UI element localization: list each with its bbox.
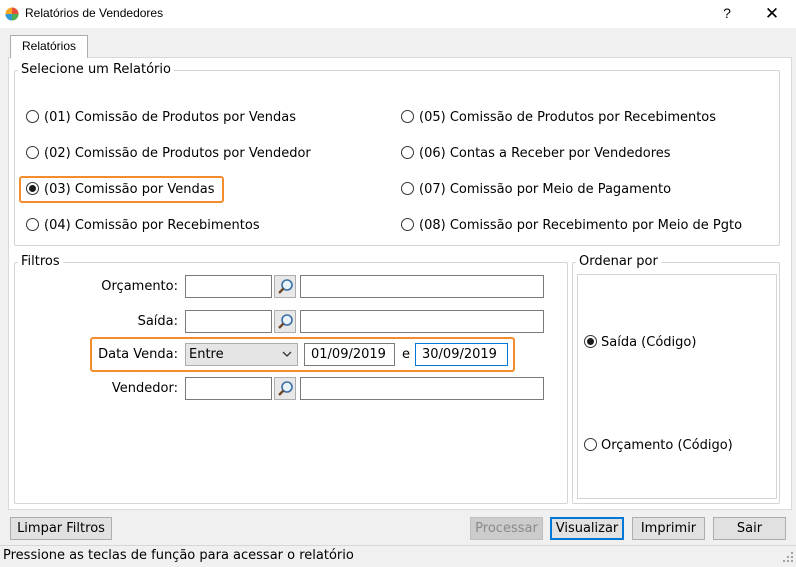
exit-button[interactable]: Sair bbox=[713, 517, 786, 540]
report-radio-01[interactable] bbox=[26, 110, 39, 123]
vendedor-code-input[interactable] bbox=[185, 377, 272, 400]
orcamento-code-input[interactable] bbox=[185, 275, 272, 298]
report-label-01[interactable]: (01) Comissão de Produtos por Vendas bbox=[44, 110, 296, 125]
chevron-down-icon bbox=[282, 351, 292, 357]
view-button[interactable]: Visualizar bbox=[550, 517, 624, 540]
close-button[interactable]: ✕ bbox=[750, 0, 794, 28]
resize-grip-icon[interactable] bbox=[782, 551, 794, 563]
order-label-orcamento[interactable]: Orçamento (Código) bbox=[601, 438, 733, 453]
report-radio-04[interactable] bbox=[26, 218, 39, 231]
saida-code-input[interactable] bbox=[185, 310, 272, 333]
report-radio-06[interactable] bbox=[401, 146, 414, 159]
status-text: Pressione as teclas de função para acess… bbox=[3, 548, 354, 563]
report-label-07[interactable]: (07) Comissão por Meio de Pagamento bbox=[419, 182, 671, 197]
saida-label: Saída: bbox=[137, 314, 178, 329]
orcamento-description-input[interactable] bbox=[300, 275, 544, 298]
report-label-03[interactable]: (03) Comissão por Vendas bbox=[44, 182, 215, 197]
data-venda-mode-value: Entre bbox=[189, 347, 224, 362]
orcamento-search-button[interactable] bbox=[274, 275, 296, 298]
app-icon bbox=[5, 7, 19, 21]
order-group-label: Ordenar por bbox=[576, 254, 661, 269]
magnifier-icon bbox=[278, 314, 293, 329]
magnifier-icon bbox=[278, 279, 293, 294]
print-button[interactable]: Imprimir bbox=[632, 517, 705, 540]
vendedor-label: Vendedor: bbox=[111, 381, 178, 396]
report-label-04[interactable]: (04) Comissão por Recebimentos bbox=[44, 218, 260, 233]
order-inner-panel bbox=[577, 274, 777, 499]
report-radio-08[interactable] bbox=[401, 218, 414, 231]
report-label-05[interactable]: (05) Comissão de Produtos por Recebiment… bbox=[419, 110, 716, 125]
process-button[interactable]: Processar bbox=[470, 517, 543, 540]
report-radio-03[interactable] bbox=[26, 182, 39, 195]
order-label-saida[interactable]: Saída (Código) bbox=[601, 335, 696, 350]
saida-search-button[interactable] bbox=[274, 310, 296, 333]
status-bar: Pressione as teclas de função para acess… bbox=[0, 545, 796, 565]
report-radio-05[interactable] bbox=[401, 110, 414, 123]
data-venda-to-input[interactable]: 30/09/2019 bbox=[415, 343, 508, 366]
report-label-02[interactable]: (02) Comissão de Produtos por Vendedor bbox=[44, 146, 311, 161]
data-venda-label: Data Venda: bbox=[98, 347, 178, 362]
filters-group-label: Filtros bbox=[18, 254, 63, 269]
magnifier-icon bbox=[278, 381, 293, 396]
order-radio-saida[interactable] bbox=[584, 335, 597, 348]
data-venda-between-word: e bbox=[402, 347, 410, 362]
order-radio-orcamento[interactable] bbox=[584, 438, 597, 451]
clear-filters-button[interactable]: Limpar Filtros bbox=[10, 517, 112, 540]
data-venda-mode-select[interactable]: Entre bbox=[185, 343, 298, 366]
data-venda-from-input[interactable]: 01/09/2019 bbox=[304, 343, 395, 366]
help-button[interactable]: ? bbox=[705, 0, 749, 28]
orcamento-label: Orçamento: bbox=[101, 279, 178, 294]
window-title: Relatórios de Vendedores bbox=[25, 6, 164, 20]
vendedor-search-button[interactable] bbox=[274, 377, 296, 400]
report-label-06[interactable]: (06) Contas a Receber por Vendedores bbox=[419, 146, 671, 161]
report-radio-02[interactable] bbox=[26, 146, 39, 159]
report-radio-07[interactable] bbox=[401, 182, 414, 195]
tab-relatorios[interactable]: Relatórios bbox=[10, 35, 88, 58]
report-label-08[interactable]: (08) Comissão por Recebimento por Meio d… bbox=[419, 218, 742, 233]
report-group-label: Selecione um Relatório bbox=[18, 62, 174, 77]
saida-description-input[interactable] bbox=[300, 310, 544, 333]
vendedor-description-input[interactable] bbox=[300, 377, 544, 400]
